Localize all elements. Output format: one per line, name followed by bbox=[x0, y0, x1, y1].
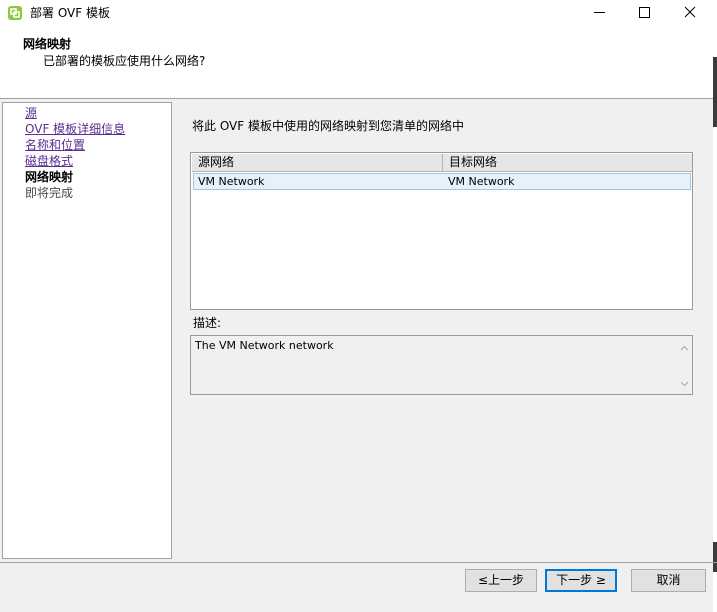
close-icon bbox=[684, 6, 696, 18]
footer-divider bbox=[0, 562, 717, 563]
minimize-icon bbox=[594, 12, 605, 13]
cancel-button[interactable]: 取消 bbox=[631, 569, 706, 592]
window-edge bbox=[713, 27, 717, 612]
scroll-down-icon[interactable] bbox=[680, 376, 689, 390]
description-box: The VM Network network bbox=[190, 335, 693, 395]
next-button[interactable]: 下一步 ≥ bbox=[545, 569, 617, 592]
step-network-mapping: 网络映射 bbox=[25, 170, 74, 184]
step-source[interactable]: 源 bbox=[25, 105, 37, 121]
instruction-text: 将此 OVF 模板中使用的网络映射到您清单的网络中 bbox=[192, 119, 464, 133]
network-mapping-table[interactable]: 源网络 目标网络 VM Network VM Network bbox=[190, 152, 693, 310]
column-header-source-network[interactable]: 源网络 bbox=[192, 154, 443, 171]
close-button[interactable] bbox=[667, 0, 713, 27]
description-text: The VM Network network bbox=[195, 339, 334, 352]
destination-network-cell[interactable]: VM Network bbox=[448, 174, 514, 189]
step-ovf-details[interactable]: OVF 模板详细信息 bbox=[25, 121, 125, 137]
vsphere-deploy-icon bbox=[7, 5, 23, 21]
table-row[interactable]: VM Network VM Network bbox=[193, 173, 691, 190]
page-title: 网络映射 bbox=[23, 37, 72, 51]
column-header-destination-network[interactable]: 目标网络 bbox=[443, 154, 692, 171]
page-subtitle: 已部署的模板应使用什么网络? bbox=[43, 54, 206, 68]
wizard-header: 网络映射 已部署的模板应使用什么网络? bbox=[0, 27, 717, 99]
maximize-icon bbox=[639, 7, 650, 18]
window-title: 部署 OVF 模板 bbox=[30, 6, 110, 20]
maximize-button[interactable] bbox=[621, 0, 667, 27]
step-disk-format[interactable]: 磁盘格式 bbox=[25, 153, 73, 169]
back-button[interactable]: ≤上一步 bbox=[465, 569, 537, 592]
step-ready-to-complete: 即将完成 bbox=[25, 186, 74, 200]
scroll-up-icon[interactable] bbox=[680, 340, 689, 354]
minimize-button[interactable] bbox=[577, 0, 623, 27]
description-label: 描述: bbox=[193, 316, 222, 330]
wizard-steps-sidebar: 源 OVF 模板详细信息 名称和位置 磁盘格式 网络映射 即将完成 bbox=[2, 102, 172, 559]
table-header: 源网络 目标网络 bbox=[192, 154, 692, 172]
title-bar: 部署 OVF 模板 bbox=[0, 0, 717, 27]
step-name-location[interactable]: 名称和位置 bbox=[25, 137, 85, 153]
source-network-cell: VM Network bbox=[198, 175, 265, 188]
